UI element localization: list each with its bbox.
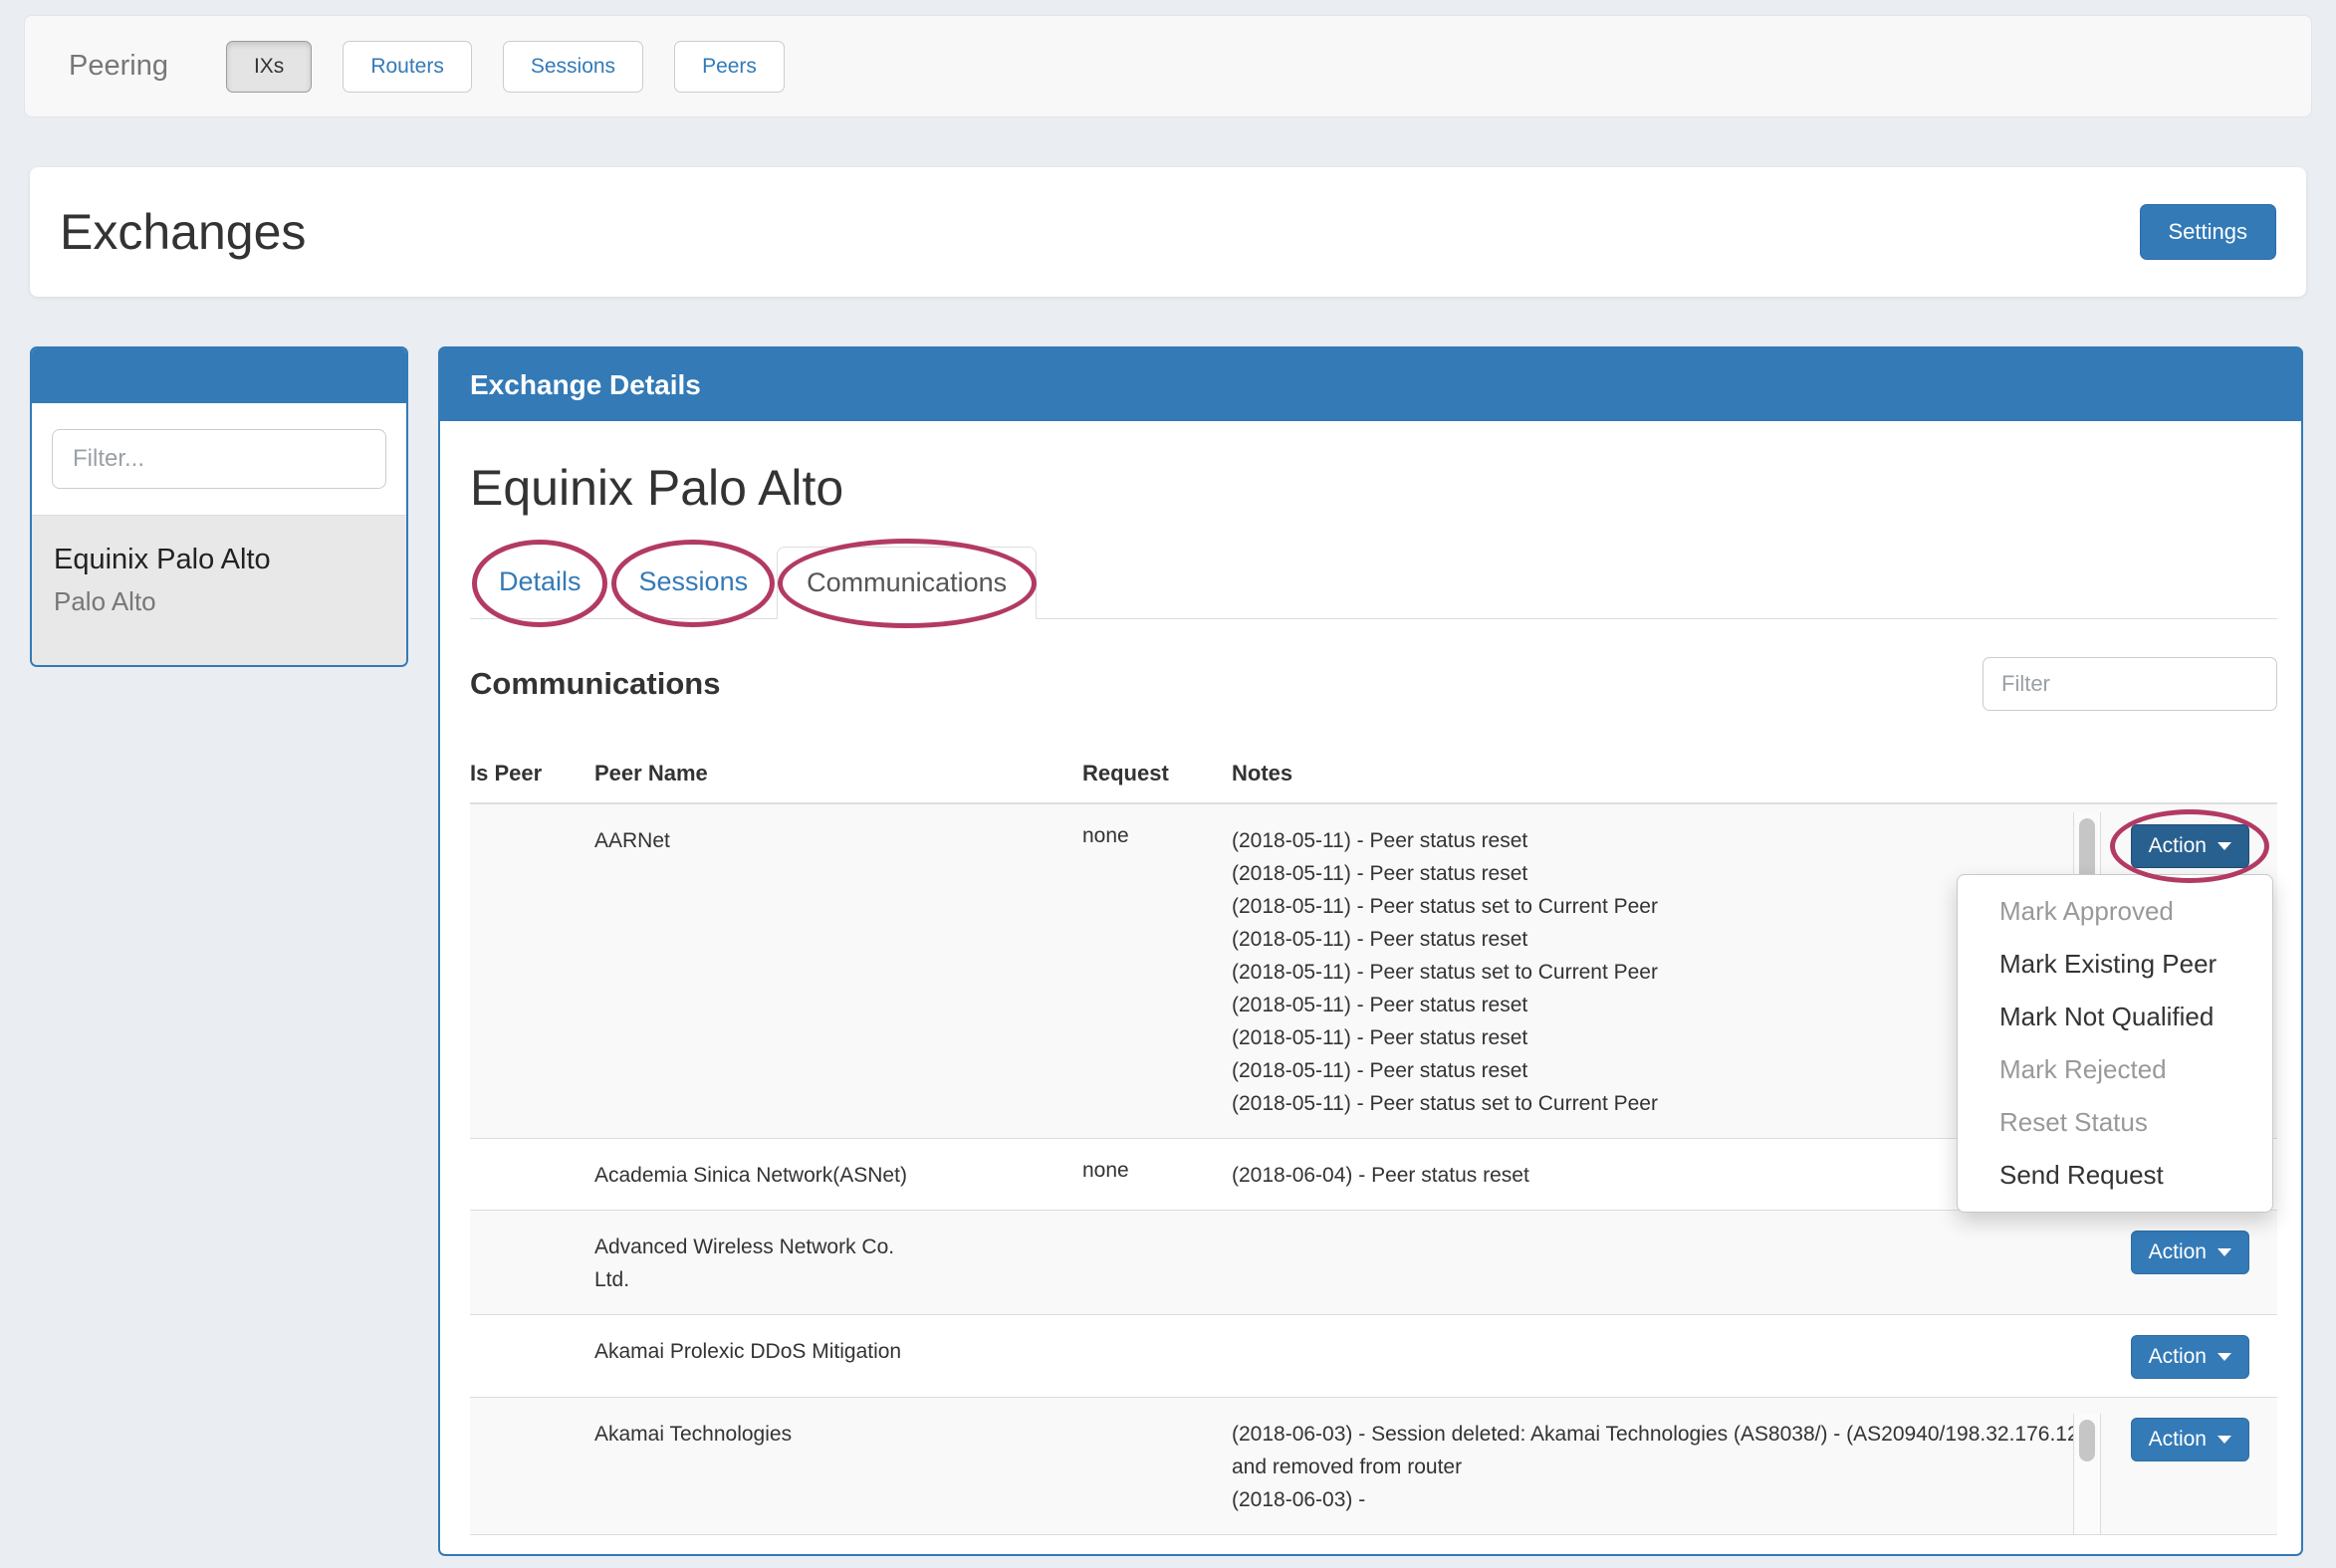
peer-name: Academia Sinica Network(ASNet) <box>594 1159 923 1192</box>
table-row: AARNet none(2018-05-11) - Peer status res… <box>470 804 2277 1139</box>
exchange-details-panel-header: Exchange Details <box>440 348 2301 421</box>
cell-request <box>1082 1315 1232 1397</box>
peer-name: Advanced Wireless Network Co. Ltd. <box>594 1231 923 1296</box>
menu-item-mark-not-qualified[interactable]: Mark Not Qualified <box>1958 991 2272 1043</box>
cell-actions: ActionMark ApprovedMark Existing PeerMar… <box>2101 804 2277 1138</box>
cell-is-peer <box>470 1211 594 1314</box>
cell-actions: Action <box>2101 1398 2277 1534</box>
cell-peer-name: AARNet <box>594 804 1082 1138</box>
cell-peer-name: Academia Sinica Network(ASNet) <box>594 1139 1082 1210</box>
caret-down-icon <box>2218 842 2231 850</box>
settings-button[interactable]: Settings <box>2140 204 2277 260</box>
exchange-list-filter-wrap <box>32 403 406 515</box>
cell-peer-name: Advanced Wireless Network Co. Ltd. <box>594 1211 1082 1314</box>
action-button-wrap: Action <box>2131 824 2249 868</box>
exchange-name: Equinix Palo Alto <box>54 544 384 576</box>
cell-notes <box>1232 1211 2101 1314</box>
action-dropdown-button[interactable]: Action <box>2131 1231 2249 1274</box>
menu-item-mark-existing-peer[interactable]: Mark Existing Peer <box>1958 938 2272 991</box>
navbar-buttons: IXs Routers Sessions Peers <box>226 41 816 93</box>
column-header: Peer Name <box>594 761 1082 786</box>
cell-request <box>1082 1398 1232 1534</box>
cell-peer-name: Akamai Technologies <box>594 1398 1082 1534</box>
cell-request: none <box>1082 804 1232 1138</box>
detail-tabs: Details Sessions Communications <box>470 547 2277 619</box>
cell-actions: Action <box>2101 1315 2277 1397</box>
caret-down-icon <box>2218 1248 2231 1256</box>
cell-is-peer <box>470 1315 594 1397</box>
peer-name: AARNet <box>594 824 923 857</box>
menu-item-mark-approved[interactable]: Mark Approved <box>1958 885 2272 938</box>
exchange-filter-input[interactable] <box>52 429 386 489</box>
column-header: Is Peer <box>470 761 594 786</box>
menu-item-send-request[interactable]: Send Request <box>1958 1149 2272 1202</box>
action-button-label: Action <box>2149 833 2207 859</box>
cell-peer-name: Akamai Prolexic DDoS Mitigation <box>594 1315 1082 1397</box>
column-header-actions-spacer <box>2101 761 2277 786</box>
note-line: (2018-06-03) - Session deleted: Akamai T… <box>1232 1418 2101 1483</box>
exchange-details-body: Equinix Palo Alto Details Sessions Communi… <box>440 459 2301 1535</box>
communications-table: Is PeerPeer NameRequestNotes AARNetnone(… <box>470 753 2277 1535</box>
action-button-label: Action <box>2149 1427 2207 1453</box>
menu-item-reset-status[interactable]: Reset Status <box>1958 1096 2272 1149</box>
peer-name: Akamai Prolexic DDoS Mitigation <box>594 1335 923 1368</box>
exchange-list-panel-header <box>32 348 406 403</box>
top-navbar: Peering IXs Routers Sessions Peers <box>24 15 2312 117</box>
cell-request: none <box>1082 1139 1232 1210</box>
communications-toolbar: Communications <box>470 657 2277 711</box>
caret-down-icon <box>2218 1353 2231 1361</box>
section-title: Communications <box>470 666 720 702</box>
nav-button-sessions[interactable]: Sessions <box>503 41 643 93</box>
action-dropdown-button[interactable]: Action <box>2131 1418 2249 1461</box>
action-dropdown-menu: Mark ApprovedMark Existing PeerMark Not … <box>1957 874 2273 1213</box>
caret-down-icon <box>2218 1436 2231 1444</box>
exchange-city: Palo Alto <box>54 586 384 617</box>
action-dropdown-button[interactable]: Action <box>2131 1335 2249 1379</box>
action-button-wrap: Action <box>2131 1335 2249 1379</box>
communications-filter-input[interactable] <box>1983 657 2277 711</box>
notes-scrollbar[interactable] <box>2073 1414 2101 1534</box>
menu-item-mark-rejected[interactable]: Mark Rejected <box>1958 1043 2272 1096</box>
table-body: AARNetnone(2018-05-11) - Peer status res… <box>470 804 2277 1535</box>
content-row: Equinix Palo Alto Palo Alto Exchange Det… <box>30 346 2303 1556</box>
nav-button-peers[interactable]: Peers <box>674 41 785 93</box>
table-row: Advanced Wireless Network Co. Ltd. Action <box>470 1211 2277 1315</box>
exchanges-header-panel: Exchanges Settings <box>30 167 2306 297</box>
page-title: Exchanges <box>60 203 306 261</box>
action-dropdown-button[interactable]: Action <box>2131 824 2249 868</box>
action-button-label: Action <box>2149 1239 2207 1265</box>
action-button-label: Action <box>2149 1344 2207 1370</box>
table-row: Akamai Prolexic DDoS Mitigation Action <box>470 1315 2277 1398</box>
exchange-title: Equinix Palo Alto <box>470 459 2277 517</box>
column-header: Notes <box>1232 761 2101 786</box>
tab-label: Details <box>499 566 582 596</box>
tab-label: Communications <box>807 567 1007 597</box>
table-row: Akamai Technologies (2018-06-03) - Sessio… <box>470 1398 2277 1535</box>
tab-sessions[interactable]: Sessions <box>610 547 778 619</box>
cell-actions: Action <box>2101 1211 2277 1314</box>
cell-is-peer <box>470 804 594 1138</box>
cell-request <box>1082 1211 1232 1314</box>
cell-notes: (2018-06-03) - Session deleted: Akamai T… <box>1232 1398 2101 1534</box>
peer-name: Akamai Technologies <box>594 1418 923 1451</box>
note-line: (2018-06-03) - <box>1232 1483 2101 1516</box>
action-button-wrap: Action <box>2131 1231 2249 1274</box>
exchange-details-panel: Exchange Details Equinix Palo Alto Detai… <box>438 346 2303 1556</box>
nav-button-ixs[interactable]: IXs <box>226 41 312 93</box>
tab-communications[interactable]: Communications <box>777 547 1037 619</box>
scrollbar-thumb[interactable] <box>2079 1420 2095 1461</box>
note-line: (2018-05-11) - Peer status reset <box>1232 824 2101 857</box>
exchange-list-item-selected[interactable]: Equinix Palo Alto Palo Alto <box>32 515 406 665</box>
table-header-row: Is PeerPeer NameRequestNotes <box>470 753 2277 804</box>
column-header: Request <box>1082 761 1232 786</box>
action-button-wrap: Action <box>2131 1418 2249 1461</box>
cell-notes <box>1232 1315 2101 1397</box>
cell-is-peer <box>470 1139 594 1210</box>
cell-is-peer <box>470 1398 594 1534</box>
nav-button-routers[interactable]: Routers <box>343 41 472 93</box>
tab-details[interactable]: Details <box>470 547 610 619</box>
exchange-list-panel: Equinix Palo Alto Palo Alto <box>30 346 408 667</box>
tab-label: Sessions <box>639 566 749 596</box>
brand-peering: Peering <box>69 50 168 83</box>
